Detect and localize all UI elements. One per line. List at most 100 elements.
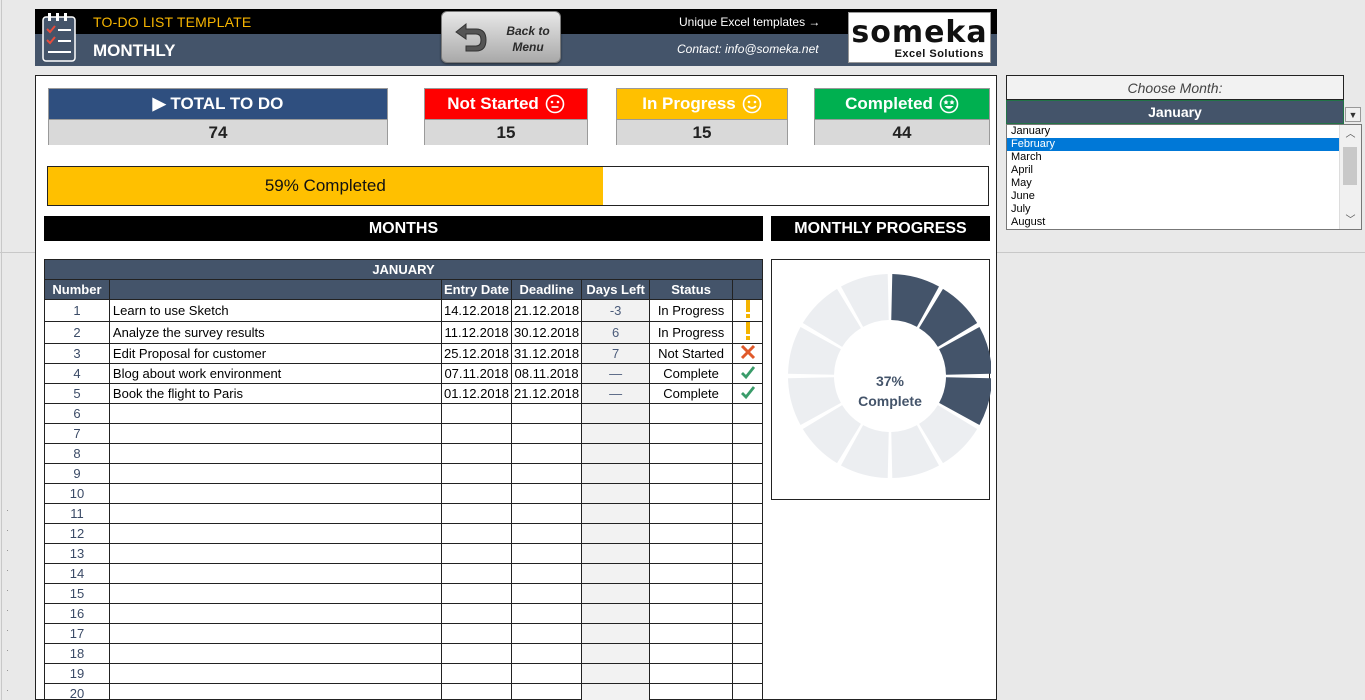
status-cell[interactable]: Complete <box>649 363 734 384</box>
days-left-cell[interactable] <box>581 603 651 624</box>
row-number[interactable]: 3 <box>44 343 110 364</box>
entry-date-cell[interactable] <box>440 403 513 424</box>
days-left-cell[interactable]: 6 <box>581 321 651 344</box>
days-left-cell[interactable] <box>581 663 651 684</box>
row-number[interactable]: 19 <box>44 663 110 684</box>
status-cell[interactable] <box>649 683 734 700</box>
deadline-cell[interactable] <box>511 623 583 644</box>
deadline-cell[interactable]: 30.12.2018 <box>511 321 583 344</box>
days-left-cell[interactable] <box>581 463 651 484</box>
entry-date-cell[interactable] <box>440 583 513 604</box>
days-left-cell[interactable] <box>581 423 651 444</box>
month-option[interactable]: January <box>1007 125 1340 138</box>
row-number[interactable]: 20 <box>44 683 110 700</box>
days-left-cell[interactable] <box>581 403 651 424</box>
entry-date-cell[interactable] <box>440 463 513 484</box>
row-number[interactable]: 17 <box>44 623 110 644</box>
dropdown-arrow-icon[interactable]: ▼ <box>1345 107 1361 122</box>
month-option[interactable]: July <box>1007 203 1340 216</box>
days-left-cell[interactable] <box>581 503 651 524</box>
deadline-cell[interactable] <box>511 543 583 564</box>
status-cell[interactable] <box>649 543 734 564</box>
status-cell[interactable] <box>649 443 734 464</box>
task-cell[interactable]: Book the flight to Paris <box>108 383 442 404</box>
status-cell[interactable] <box>649 623 734 644</box>
status-cell[interactable] <box>649 503 734 524</box>
task-cell[interactable] <box>108 423 442 444</box>
task-cell[interactable] <box>108 683 442 700</box>
entry-date-cell[interactable]: 14.12.2018 <box>440 299 513 322</box>
deadline-cell[interactable] <box>511 503 583 524</box>
task-cell[interactable] <box>108 543 442 564</box>
month-option[interactable]: March <box>1007 151 1340 164</box>
row-number[interactable]: 12 <box>44 523 110 544</box>
status-cell[interactable] <box>649 663 734 684</box>
deadline-cell[interactable] <box>511 563 583 584</box>
deadline-cell[interactable]: 08.11.2018 <box>511 363 583 384</box>
task-cell[interactable] <box>108 623 442 644</box>
task-cell[interactable] <box>108 603 442 624</box>
deadline-cell[interactable]: 31.12.2018 <box>511 343 583 364</box>
deadline-cell[interactable] <box>511 423 583 444</box>
row-number[interactable]: 11 <box>44 503 110 524</box>
status-cell[interactable] <box>649 463 734 484</box>
scroll-thumb[interactable] <box>1343 147 1357 185</box>
task-cell[interactable]: Analyze the survey results <box>108 321 442 344</box>
task-cell[interactable] <box>108 643 442 664</box>
task-cell[interactable] <box>108 463 442 484</box>
row-number[interactable]: 7 <box>44 423 110 444</box>
deadline-cell[interactable] <box>511 603 583 624</box>
scroll-down-icon[interactable]: ﹀ <box>1340 211 1361 227</box>
month-option[interactable]: May <box>1007 177 1340 190</box>
deadline-cell[interactable] <box>511 683 583 700</box>
row-number[interactable]: 9 <box>44 463 110 484</box>
row-number[interactable]: 1 <box>44 299 110 322</box>
days-left-cell[interactable] <box>581 623 651 644</box>
task-cell[interactable] <box>108 663 442 684</box>
row-number[interactable]: 2 <box>44 321 110 344</box>
task-cell[interactable] <box>108 583 442 604</box>
entry-date-cell[interactable] <box>440 483 513 504</box>
month-option[interactable]: February <box>1007 138 1340 151</box>
row-number[interactable]: 10 <box>44 483 110 504</box>
row-number[interactable]: 4 <box>44 363 110 384</box>
days-left-cell[interactable] <box>581 563 651 584</box>
row-number[interactable]: 14 <box>44 563 110 584</box>
task-cell[interactable] <box>108 443 442 464</box>
days-left-cell[interactable]: — <box>581 363 651 384</box>
month-option[interactable]: June <box>1007 190 1340 203</box>
status-cell[interactable]: In Progress <box>649 321 734 344</box>
deadline-cell[interactable] <box>511 463 583 484</box>
task-cell[interactable] <box>108 563 442 584</box>
someka-logo[interactable]: someka Excel Solutions <box>848 12 991 63</box>
month-option[interactable]: August <box>1007 216 1340 229</box>
entry-date-cell[interactable] <box>440 543 513 564</box>
days-left-cell[interactable] <box>581 543 651 564</box>
entry-date-cell[interactable] <box>440 603 513 624</box>
back-to-menu-button[interactable]: Back to Menu <box>441 11 561 63</box>
entry-date-cell[interactable] <box>440 443 513 464</box>
row-number[interactable]: 18 <box>44 643 110 664</box>
task-cell[interactable]: Edit Proposal for customer <box>108 343 442 364</box>
deadline-cell[interactable] <box>511 583 583 604</box>
status-cell[interactable] <box>649 403 734 424</box>
month-select[interactable]: January <box>1006 100 1344 124</box>
entry-date-cell[interactable]: 01.12.2018 <box>440 383 513 404</box>
row-number[interactable]: 8 <box>44 443 110 464</box>
entry-date-cell[interactable]: 07.11.2018 <box>440 363 513 384</box>
task-cell[interactable] <box>108 403 442 424</box>
deadline-cell[interactable] <box>511 643 583 664</box>
status-cell[interactable]: Not Started <box>649 343 734 364</box>
scroll-up-icon[interactable]: ︿ <box>1340 125 1361 141</box>
row-number[interactable]: 13 <box>44 543 110 564</box>
row-number[interactable]: 16 <box>44 603 110 624</box>
row-number[interactable]: 5 <box>44 383 110 404</box>
month-option[interactable]: April <box>1007 164 1340 177</box>
task-cell[interactable] <box>108 503 442 524</box>
status-cell[interactable] <box>649 483 734 504</box>
unique-templates-link[interactable]: Unique Excel templates → <box>679 15 820 29</box>
task-cell[interactable]: Blog about work environment <box>108 363 442 384</box>
status-cell[interactable] <box>649 523 734 544</box>
status-cell[interactable]: Complete <box>649 383 734 404</box>
contact-email[interactable]: Contact: info@someka.net <box>677 42 819 56</box>
